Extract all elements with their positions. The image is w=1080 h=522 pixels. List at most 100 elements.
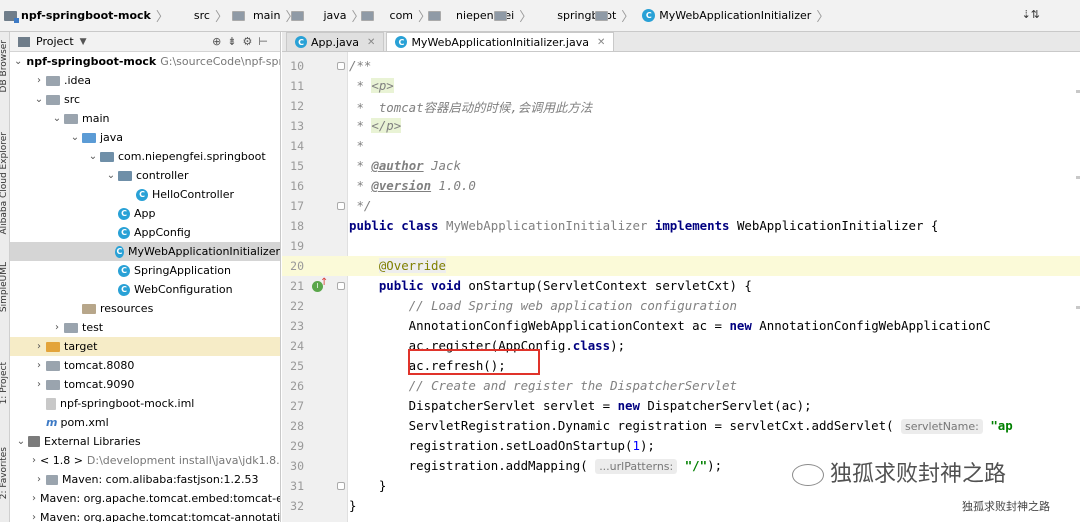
code-line[interactable]: 14 * [282,136,1080,156]
tree-node[interactable]: ⌄ External Libraries [10,432,280,451]
chevron-down-icon[interactable]: ⌄ [50,113,64,124]
tool-window-tab[interactable]: 2: Favorites [0,447,9,499]
tab-app-java[interactable]: C App.java ✕ [286,32,385,51]
breadcrumb-item[interactable]: src 〉 [173,0,245,31]
code-line[interactable]: 29 registration.setLoadOnStartup(1); [282,436,1080,456]
tree-node[interactable]: C SpringApplication [10,261,280,280]
tree-node[interactable]: C HelloController [10,185,280,204]
project-panel-tools[interactable]: ⊕⇟⚙⊢ [212,35,274,48]
code-line[interactable]: 32} [282,496,1080,516]
breadcrumb-item[interactable]: npf-springboot-mock 〉 [0,0,173,31]
tree-node-label: test [82,321,104,334]
code-line[interactable]: 12 * tomcat容器启动的时候,会调用此方法 [282,96,1080,116]
code-line[interactable]: 22 // Load Spring web application config… [282,296,1080,316]
tree-node-label: SpringApplication [134,264,231,277]
tool-window-tab[interactable]: SimpleUML [0,262,9,312]
chevron-right-icon[interactable]: › [32,493,36,504]
tab-mywebapplicationinitializer-java[interactable]: C MyWebApplicationInitializer.java ✕ [386,32,615,51]
chevron-down-icon[interactable]: ⌄ [14,436,28,447]
tree-node[interactable]: C WebConfiguration [10,280,280,299]
tree-node[interactable]: ⌄ main [10,109,280,128]
breadcrumb-label: MyWebApplicationInitializer [659,9,812,22]
fold-icon[interactable] [337,282,345,290]
breadcrumb-item[interactable]: com 〉 [369,0,441,31]
tree-node[interactable]: C AppConfig [10,223,280,242]
breadcrumb-item[interactable]: java 〉 [302,0,375,31]
fold-icon[interactable] [337,482,345,490]
close-icon[interactable]: ✕ [597,37,605,48]
tree-node[interactable]: › tomcat.8080 [10,356,280,375]
tree-node[interactable]: C MyWebApplicationInitializer [10,242,280,261]
chevron-right-icon[interactable]: › [32,341,46,352]
tree-node[interactable]: resources [10,299,280,318]
chevron-right-icon[interactable]: › [32,379,46,390]
code-line[interactable]: 23 AnnotationConfigWebApplicationContext… [282,316,1080,336]
tree-node[interactable]: › Maven: org.apache.tomcat:tomcat-annotat… [10,508,280,522]
tree-node[interactable]: › Maven: com.alibaba:fastjson:1.2.53 [10,470,280,489]
breadcrumb-item[interactable]: niepengfei 〉 [435,0,536,31]
breadcrumb-item[interactable]: springboot 〉 [536,0,638,31]
code-line[interactable]: 20 @Override [282,256,1080,276]
chevron-down-icon[interactable]: ▼ [80,37,87,47]
code-line[interactable]: 18 public class MyWebApplicationInitializ… [282,216,1080,236]
tree-node[interactable]: m pom.xml [10,413,280,432]
code-line[interactable]: 16 * @version 1.0.0 [282,176,1080,196]
line-number: 31 [290,479,304,493]
breadcrumb-item[interactable]: C MyWebApplicationInitializer 〉 [638,0,833,31]
tree-node[interactable]: › .idea [10,71,280,90]
chevron-down-icon[interactable]: ⌄ [32,94,46,105]
chevron-right-icon[interactable]: › [32,512,36,522]
watermark: 独孤求败封神之路 [792,456,1006,488]
code-line[interactable]: 24 ac.register(AppConfig.class); [282,336,1080,356]
fold-icon[interactable] [337,62,345,70]
tool-window-tab[interactable]: Alibaba Cloud Explorer [0,132,9,235]
code-line[interactable]: 19 [282,236,1080,256]
code-line[interactable]: 21 I ↑ public void onStartup(ServletContex… [282,276,1080,296]
chevron-down-icon[interactable]: ⌄ [86,151,100,162]
chevron-right-icon[interactable]: › [32,75,46,86]
chevron-right-icon[interactable]: › [32,455,36,466]
tool-window-tab[interactable]: DB Browser [0,40,9,92]
tool-window-tab[interactable]: 1: Project [0,362,9,404]
code-editor[interactable]: C App.java ✕ C MyWebApplicationInitializer.j… [282,32,1080,522]
code-line[interactable]: 17 */ [282,196,1080,216]
tree-node[interactable]: ⌄ controller [10,166,280,185]
chevron-right-icon[interactable]: › [32,474,46,485]
code-text: @Override [378,258,446,273]
tab-label: App.java [311,35,360,49]
editor-scrollbar[interactable] [1076,56,1080,522]
code-line[interactable]: 26 // Create and register the Dispatcher… [282,376,1080,396]
editor-tabs: C App.java ✕ C MyWebApplicationInitializer.j… [282,32,1080,52]
tree-node[interactable]: › tomcat.9090 [10,375,280,394]
class-icon: C [118,226,130,239]
code-line[interactable]: 15 * @author Jack [282,156,1080,176]
tree-node[interactable]: › < 1.8 > D:\development install\java\jdk1… [10,451,280,470]
chevron-down-icon[interactable]: ⌄ [14,56,22,67]
tree-node[interactable]: › Maven: org.apache.tomcat.embed:tomcat-e… [10,489,280,508]
close-icon[interactable]: ✕ [367,37,375,48]
chevron-down-icon[interactable]: ⌄ [104,170,118,181]
code-line[interactable]: 25 ac.refresh(); [282,356,1080,376]
fold-icon[interactable] [337,202,345,210]
chevron-down-icon[interactable]: ⌄ [68,132,82,143]
tree-node[interactable]: › test [10,318,280,337]
code-line[interactable]: 10 /** [282,56,1080,76]
tree-node[interactable]: ⌄ npf-springboot-mock G:\sourceCode\npf-sp… [10,52,280,71]
tree-node-label: WebConfiguration [134,283,233,296]
tree-node[interactable]: npf-springboot-mock.iml [10,394,280,413]
tree-node[interactable]: › target [10,337,280,356]
project-view-label[interactable]: Project [36,35,74,48]
tree-node[interactable]: C App [10,204,280,223]
code-line[interactable]: 13 * </p> [282,116,1080,136]
code-lines[interactable]: 10/** 11 * <p> 12 * tomcat容器启动的时候,会调用此方法 13… [282,56,1080,516]
tree-node[interactable]: ⌄ src [10,90,280,109]
sort-icon[interactable]: ⇣⇅ [1022,8,1040,21]
code-line[interactable]: 28 ServletRegistration.Dynamic registrat… [282,416,1080,436]
tree-node[interactable]: ⌄ java [10,128,280,147]
code-line[interactable]: 11 * <p> [282,76,1080,96]
code-line[interactable]: 27 DispatcherServlet servlet = new Dispa… [282,396,1080,416]
tree-node[interactable]: ⌄ com.niepengfei.springboot [10,147,280,166]
line-number: 20 [290,259,304,273]
chevron-right-icon[interactable]: › [50,322,64,333]
chevron-right-icon[interactable]: › [32,360,46,371]
